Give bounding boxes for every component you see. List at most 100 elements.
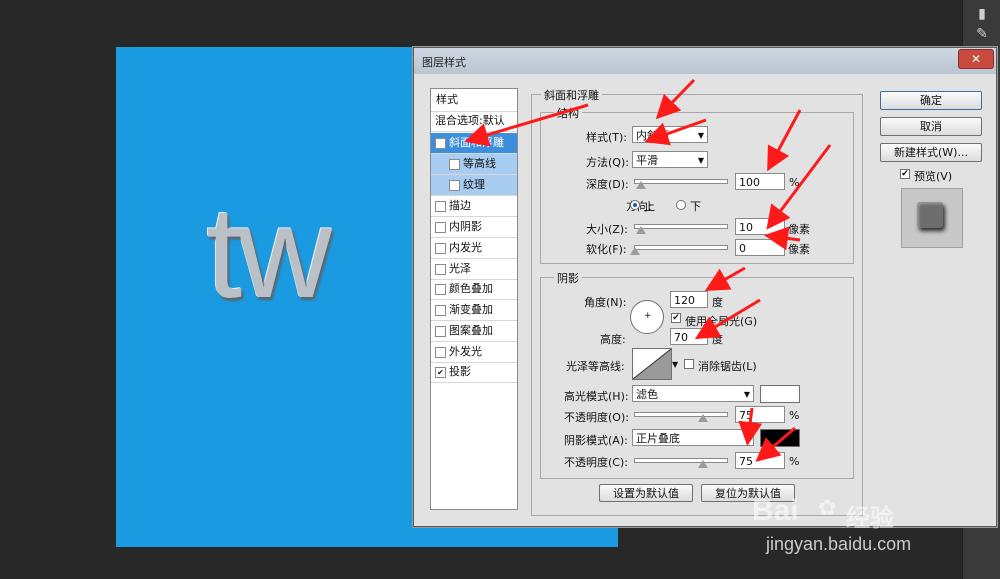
baidu-watermark: Bai ✿ 经验 jingyan.baidu.com — [742, 494, 962, 574]
preview-checkbox[interactable]: ✔ — [900, 169, 910, 179]
depth-slider-thumb[interactable] — [636, 181, 646, 189]
style-item-drop-shadow[interactable]: ✔ 投影 — [431, 362, 517, 383]
direction-down-radio[interactable] — [676, 200, 686, 210]
depth-unit: % — [789, 176, 800, 189]
altitude-unit: 度 — [712, 333, 723, 346]
shading-title: 阴影 — [554, 270, 582, 286]
altitude-input[interactable]: 70 — [670, 328, 708, 345]
style-item-inner-glow[interactable]: 内发光 — [431, 238, 517, 259]
soften-label: 软化(F): — [586, 243, 627, 256]
shadow-opacity-label: 不透明度(C): — [564, 456, 628, 469]
style-item-bevel-emboss[interactable]: ✔ 斜面和浮雕 — [431, 133, 517, 154]
checkbox-color-overlay[interactable] — [435, 284, 446, 295]
global-light-label: 使用全局光(G) — [685, 315, 758, 328]
depth-input[interactable]: 100 — [735, 173, 785, 190]
new-style-button[interactable]: 新建样式(W)... — [880, 143, 982, 162]
checkbox-drop-shadow[interactable]: ✔ — [435, 367, 446, 378]
ok-button[interactable]: 确定 — [880, 91, 982, 110]
angle-crosshair-icon: + — [644, 311, 652, 321]
style-item-color-overlay[interactable]: 颜色叠加 — [431, 279, 517, 300]
blend-options-item[interactable]: 混合选项:默认 — [431, 111, 517, 132]
style-item-stroke[interactable]: 描边 — [431, 196, 517, 217]
chevron-down-icon: ▼ — [743, 390, 750, 399]
preview-label: 预览(V) — [914, 170, 953, 183]
checkbox-bevel[interactable]: ✔ — [435, 138, 446, 149]
gloss-contour-label: 光泽等高线: — [566, 360, 625, 373]
highlight-opacity-input[interactable]: 75 — [735, 406, 785, 423]
shadow-opacity-slider-thumb[interactable] — [698, 460, 708, 468]
style-item-outer-glow[interactable]: 外发光 — [431, 342, 517, 363]
size-unit: 像素 — [788, 223, 810, 236]
shadow-opacity-input[interactable]: 75 — [735, 452, 785, 469]
chevron-down-icon[interactable]: ▼ — [672, 360, 678, 369]
canvas-text-layer: tw — [206, 179, 332, 325]
checkbox-satin[interactable] — [435, 264, 446, 275]
antialias-label: 消除锯齿(L) — [698, 360, 757, 373]
highlight-opacity-slider[interactable] — [634, 412, 728, 417]
gloss-contour-preview[interactable] — [632, 348, 672, 380]
checkbox-gradient-overlay[interactable] — [435, 305, 446, 316]
size-label: 大小(Z): — [586, 223, 628, 236]
chevron-down-icon: ▼ — [697, 131, 704, 140]
chevron-down-icon: ▼ — [743, 434, 750, 443]
style-item-texture[interactable]: 纹理 — [431, 175, 517, 196]
direction-up-radio[interactable] — [630, 200, 640, 210]
style-item-gradient-overlay[interactable]: 渐变叠加 — [431, 300, 517, 321]
chevron-down-icon: ▼ — [697, 156, 704, 165]
soften-input[interactable]: 0 — [735, 239, 785, 256]
style-dropdown[interactable]: 内斜面 ▼ — [632, 126, 708, 143]
style-item-inner-shadow[interactable]: 内阴影 — [431, 217, 517, 238]
style-label: 样式(T): — [586, 131, 628, 144]
technique-dropdown[interactable]: 平滑 ▼ — [632, 151, 708, 168]
highlight-mode-dropdown[interactable]: 滤色 ▼ — [632, 385, 754, 402]
size-input[interactable]: 10 — [735, 218, 785, 235]
angle-dial[interactable]: + — [630, 300, 664, 334]
angle-unit: 度 — [712, 296, 723, 309]
soften-slider[interactable] — [634, 245, 728, 250]
paw-icon: ✿ — [818, 496, 837, 521]
shadow-opacity-slider[interactable] — [634, 458, 728, 463]
highlight-color-swatch[interactable] — [760, 385, 800, 403]
dialog-titlebar[interactable]: 图层样式 ✕ — [414, 48, 996, 74]
make-default-button[interactable]: 设置为默认值 — [599, 484, 693, 502]
brush-tool-icon[interactable]: ✎ — [969, 24, 995, 44]
soften-slider-thumb[interactable] — [630, 247, 640, 255]
depth-slider[interactable] — [634, 179, 728, 184]
size-slider[interactable] — [634, 224, 728, 229]
style-item-pattern-overlay[interactable]: 图案叠加 — [431, 321, 517, 342]
style-preview-thumbnail — [901, 188, 963, 248]
preview-swatch — [917, 202, 943, 228]
structure-title: 结构 — [554, 105, 582, 121]
size-slider-thumb[interactable] — [636, 226, 646, 234]
shadow-color-swatch[interactable] — [760, 429, 800, 447]
highlight-opacity-slider-thumb[interactable] — [698, 414, 708, 422]
checkbox-outer-glow[interactable] — [435, 347, 446, 358]
gloss-contour-curve-icon — [633, 349, 671, 379]
style-item-contour[interactable]: 等高线 — [431, 154, 517, 175]
angle-input[interactable]: 120 — [670, 291, 708, 308]
antialias-checkbox[interactable] — [684, 359, 694, 369]
watermark-url: jingyan.baidu.com — [766, 534, 912, 554]
checkbox-stroke[interactable] — [435, 201, 446, 212]
shadow-mode-label: 阴影模式(A): — [564, 434, 628, 447]
watermark-brand-a: Bai — [752, 494, 799, 527]
highlight-opacity-label: 不透明度(O): — [564, 411, 629, 424]
checkbox-pattern-overlay[interactable] — [435, 326, 446, 337]
shadow-mode-dropdown[interactable]: 正片叠底 ▼ — [632, 429, 754, 446]
close-button[interactable]: ✕ — [958, 49, 994, 69]
dialog-title: 图层样式 — [422, 56, 466, 69]
angle-label: 角度(N): — [584, 296, 627, 309]
checkbox-texture[interactable] — [449, 180, 460, 191]
soften-unit: 像素 — [788, 243, 810, 256]
watermark-brand-b: 经验 — [846, 504, 894, 532]
styles-list: 样式 混合选项:默认 ✔ 斜面和浮雕 等高线 纹理 描边 内阴影 内发光 光泽 颜… — [430, 88, 518, 510]
technique-label: 方法(Q): — [586, 156, 629, 169]
global-light-checkbox[interactable]: ✔ — [671, 313, 681, 323]
panel-button-icon[interactable]: ▮ — [969, 4, 995, 24]
style-item-satin[interactable]: 光泽 — [431, 259, 517, 280]
checkbox-inner-glow[interactable] — [435, 243, 446, 254]
direction-down-label: 下 — [690, 200, 701, 213]
checkbox-contour[interactable] — [449, 159, 460, 170]
cancel-button[interactable]: 取消 — [880, 117, 982, 136]
checkbox-inner-shadow[interactable] — [435, 222, 446, 233]
